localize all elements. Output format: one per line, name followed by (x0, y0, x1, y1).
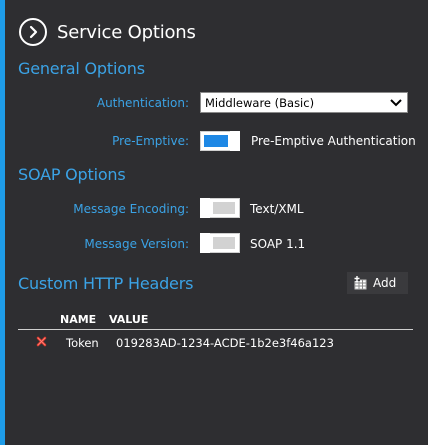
authentication-label: Authentication: (96, 96, 189, 110)
add-label: Add (373, 276, 397, 290)
message-encoding-text: Text/XML (250, 202, 304, 216)
authentication-select[interactable]: Middleware (Basic) (200, 92, 408, 113)
toggle-thumb (200, 198, 210, 218)
column-header-value: VALUE (109, 313, 149, 326)
table-row: Token 019283AD-1234-ACDE-1b2e3f46a123 (18, 334, 413, 352)
preemptive-text: Pre-Emptive Authentication (251, 134, 416, 148)
header-value-cell: 019283AD-1234-ACDE-1b2e3f46a123 (116, 336, 334, 350)
back-button[interactable] (19, 18, 47, 46)
chevron-right-circle-icon (29, 25, 38, 39)
chevron-down-icon (388, 95, 404, 111)
preemptive-toggle[interactable] (200, 131, 240, 151)
soap-options-heading: SOAP Options (18, 165, 126, 184)
column-header-name: NAME (60, 313, 97, 326)
toggle-fill (204, 135, 228, 147)
toggle-track (213, 202, 235, 214)
general-options-heading: General Options (18, 59, 145, 78)
toggle-thumb (230, 131, 240, 151)
page-title: Service Options (57, 21, 196, 43)
headers-table-header: NAME VALUE (18, 311, 413, 330)
toggle-thumb (200, 233, 210, 253)
red-x-icon[interactable] (36, 336, 47, 347)
add-header-button[interactable]: Add (347, 272, 408, 294)
preemptive-label: Pre-Emptive: (112, 134, 189, 148)
message-version-text: SOAP 1.1 (250, 237, 306, 251)
custom-headers-heading: Custom HTTP Headers (18, 274, 194, 293)
message-encoding-toggle[interactable] (200, 198, 240, 218)
add-table-icon (354, 276, 367, 290)
authentication-value: Middleware (Basic) (205, 95, 315, 110)
toggle-track (213, 237, 235, 249)
accent-bar (0, 0, 5, 445)
header: Service Options (19, 17, 196, 47)
header-name-cell: Token (66, 336, 99, 350)
message-encoding-label: Message Encoding: (73, 202, 189, 216)
message-version-label: Message Version: (84, 237, 189, 251)
message-version-toggle[interactable] (200, 233, 240, 253)
